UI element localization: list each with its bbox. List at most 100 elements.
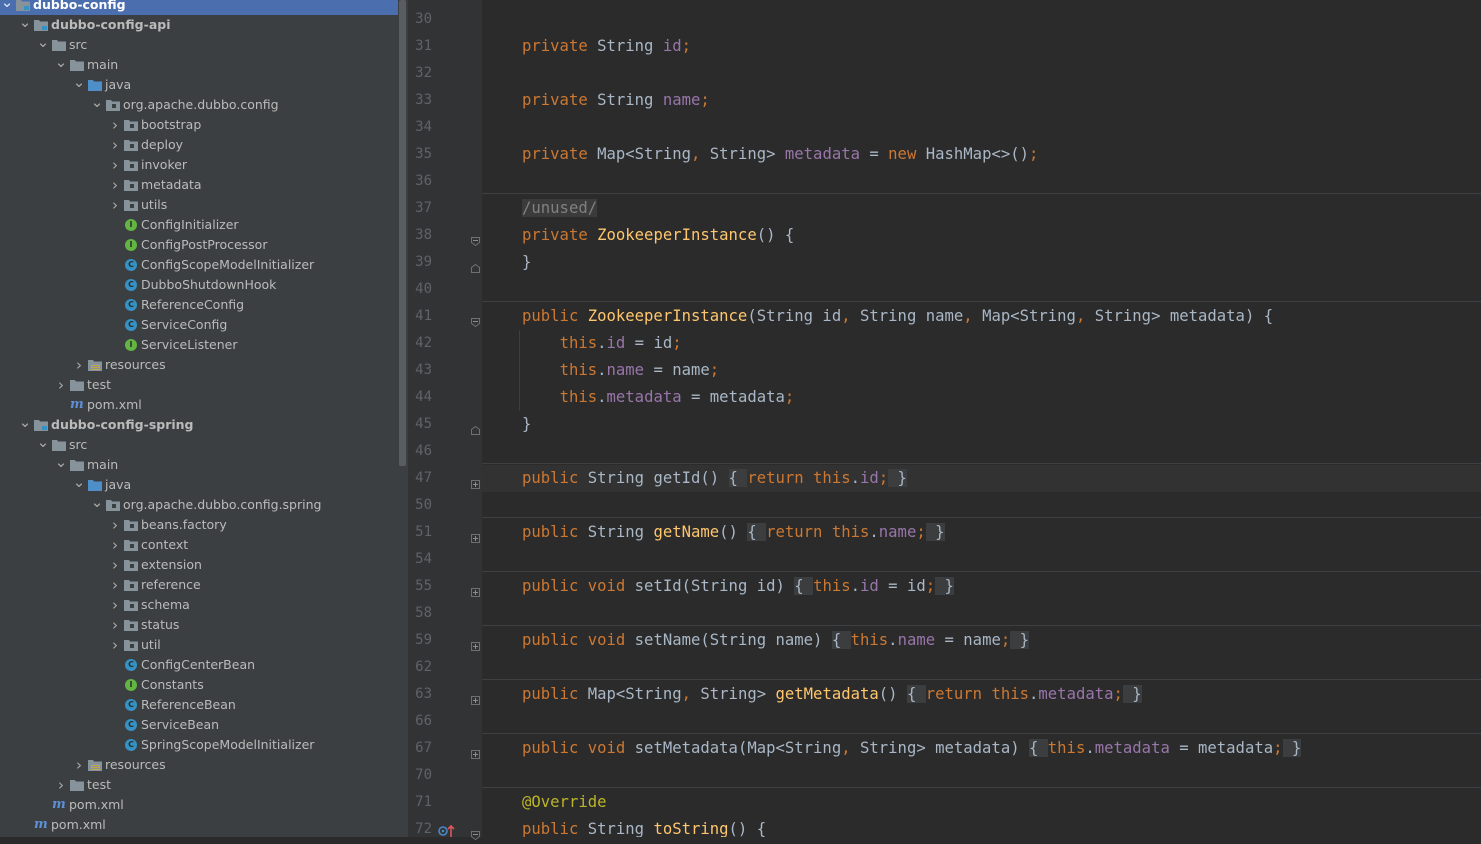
tree-item[interactable]: ⌄ java xyxy=(0,75,398,95)
chevron-down-icon[interactable]: ⌄ xyxy=(0,0,14,15)
tree-item[interactable]: › extension xyxy=(0,555,398,575)
chevron-down-icon[interactable]: ⌄ xyxy=(72,75,86,95)
tree-item[interactable]: › beans.factory xyxy=(0,515,398,535)
chevron-right-icon[interactable]: › xyxy=(108,135,122,155)
tree-item[interactable]: › test xyxy=(0,775,398,795)
tree-item[interactable]: › test xyxy=(0,375,398,395)
fold-expand-icon[interactable] xyxy=(471,690,480,705)
chevron-right-icon[interactable]: › xyxy=(72,755,86,775)
fold-expand-icon[interactable] xyxy=(471,582,480,597)
tree-item[interactable]: ⌄ org.apache.dubbo.config xyxy=(0,95,398,115)
tree-item[interactable]: C ConfigCenterBean xyxy=(0,655,398,675)
tree-item[interactable]: › metadata xyxy=(0,175,398,195)
code-line[interactable]: public String getName() { return this.na… xyxy=(522,519,945,546)
tree-item[interactable]: ⌄ dubbo-config xyxy=(0,0,398,15)
code-line[interactable]: private ZookeeperInstance() { xyxy=(522,222,794,249)
tree-item[interactable]: ⌄ main xyxy=(0,55,398,75)
code-line[interactable]: this.metadata = metadata; xyxy=(522,384,795,411)
chevron-down-icon[interactable]: ⌄ xyxy=(90,495,104,515)
chevron-right-icon[interactable]: › xyxy=(108,175,122,195)
code-line[interactable]: private Map<String, String> metadata = n… xyxy=(522,141,1038,168)
code-line[interactable]: this.name = name; xyxy=(522,357,720,384)
fold-expand-icon[interactable] xyxy=(471,636,480,651)
chevron-down-icon[interactable]: ⌄ xyxy=(90,95,104,115)
tree-item[interactable]: › resources xyxy=(0,355,398,375)
chevron-right-icon[interactable]: › xyxy=(72,355,86,375)
code-line[interactable]: public ZookeeperInstance(String id, Stri… xyxy=(522,303,1273,330)
code-line[interactable]: @Override xyxy=(522,789,607,816)
chevron-down-icon[interactable]: ⌄ xyxy=(18,15,32,35)
tree-item[interactable]: ⌄ java xyxy=(0,475,398,495)
code-line[interactable]: public void setId(String id) { this.id =… xyxy=(522,573,954,600)
fold-expand-icon[interactable] xyxy=(471,474,480,489)
tree-item[interactable]: C SpringScopeModelInitializer xyxy=(0,735,398,755)
chevron-right-icon[interactable]: › xyxy=(108,155,122,175)
chevron-down-icon[interactable]: ⌄ xyxy=(54,455,68,475)
tree-item[interactable]: ⌄ dubbo-config-spring xyxy=(0,415,398,435)
chevron-right-icon[interactable]: › xyxy=(108,535,122,555)
code-line[interactable]: } xyxy=(522,249,531,276)
tree-item[interactable]: ⌄ dubbo-config-api xyxy=(0,15,398,35)
tree-item[interactable]: I ConfigPostProcessor xyxy=(0,235,398,255)
tree-item[interactable]: C ServiceBean xyxy=(0,715,398,735)
tree-item[interactable]: C ReferenceConfig xyxy=(0,295,398,315)
fold-collapse-icon[interactable] xyxy=(471,312,480,328)
code-line[interactable]: public void setMetadata(Map<String, Stri… xyxy=(522,735,1302,762)
tree-item[interactable]: › schema xyxy=(0,595,398,615)
code-line[interactable]: public Map<String, String> getMetadata()… xyxy=(522,681,1142,708)
code-line[interactable]: this.id = id; xyxy=(522,330,682,357)
fold-expand-icon[interactable] xyxy=(471,528,480,543)
fold-expand-icon[interactable] xyxy=(471,744,480,759)
chevron-right-icon[interactable]: › xyxy=(108,515,122,535)
code-editor[interactable]: private String id; private String name; pr… xyxy=(482,0,1481,837)
chevron-right-icon[interactable]: › xyxy=(54,775,68,795)
tree-item[interactable]: › reference xyxy=(0,575,398,595)
chevron-right-icon[interactable]: › xyxy=(108,615,122,635)
tree-item[interactable]: › resources xyxy=(0,755,398,775)
tree-item[interactable]: I Constants xyxy=(0,675,398,695)
chevron-right-icon[interactable]: › xyxy=(54,375,68,395)
fold-collapse-icon[interactable] xyxy=(471,825,480,841)
tree-item[interactable]: m pom.xml xyxy=(0,395,398,415)
chevron-down-icon[interactable]: ⌄ xyxy=(54,55,68,75)
code-line[interactable]: private String id; xyxy=(522,33,691,60)
code-line[interactable]: public void setName(String name) { this.… xyxy=(522,627,1030,654)
tree-item[interactable]: › deploy xyxy=(0,135,398,155)
chevron-right-icon[interactable]: › xyxy=(108,575,122,595)
tree-item[interactable]: › invoker xyxy=(0,155,398,175)
code-line[interactable]: public String toString() { xyxy=(522,816,766,837)
code-line[interactable]: /unused/ xyxy=(522,195,598,222)
tree-item[interactable]: › status xyxy=(0,615,398,635)
tree-item[interactable]: C ReferenceBean xyxy=(0,695,398,715)
tree-item[interactable]: C ServiceConfig xyxy=(0,315,398,335)
tree-item[interactable]: I ServiceListener xyxy=(0,335,398,355)
scrollbar-thumb[interactable] xyxy=(399,0,406,466)
tree-item[interactable]: C DubboShutdownHook xyxy=(0,275,398,295)
tree-item[interactable]: › bootstrap xyxy=(0,115,398,135)
tree-item[interactable]: m pom.xml xyxy=(0,815,398,835)
tree-item[interactable]: ⌄ src xyxy=(0,435,398,455)
tree-item[interactable]: C ConfigScopeModelInitializer xyxy=(0,255,398,275)
tree-item[interactable]: › context xyxy=(0,535,398,555)
code-line[interactable]: private String name; xyxy=(522,87,710,114)
chevron-right-icon[interactable]: › xyxy=(108,555,122,575)
tree-item[interactable]: ⌄ src xyxy=(0,35,398,55)
chevron-right-icon[interactable]: › xyxy=(108,635,122,655)
code-line[interactable]: public String getId() { return this.id; … xyxy=(522,465,907,492)
fold-collapse-icon[interactable] xyxy=(471,231,480,247)
tree-item[interactable]: ⌄ org.apache.dubbo.config.spring xyxy=(0,495,398,515)
chevron-down-icon[interactable]: ⌄ xyxy=(18,415,32,435)
fold-end-icon[interactable] xyxy=(471,258,480,273)
chevron-down-icon[interactable]: ⌄ xyxy=(36,35,50,55)
override-method-icon[interactable] xyxy=(438,822,456,838)
tree-item[interactable]: I ConfigInitializer xyxy=(0,215,398,235)
chevron-down-icon[interactable]: ⌄ xyxy=(72,475,86,495)
code-line[interactable]: } xyxy=(522,411,531,438)
project-tree-scrollbar[interactable] xyxy=(398,0,408,837)
chevron-right-icon[interactable]: › xyxy=(108,195,122,215)
chevron-right-icon[interactable]: › xyxy=(108,595,122,615)
tree-item[interactable]: › utils xyxy=(0,195,398,215)
tree-item[interactable]: › util xyxy=(0,635,398,655)
tree-item[interactable]: ⌄ main xyxy=(0,455,398,475)
fold-end-icon[interactable] xyxy=(471,420,480,435)
